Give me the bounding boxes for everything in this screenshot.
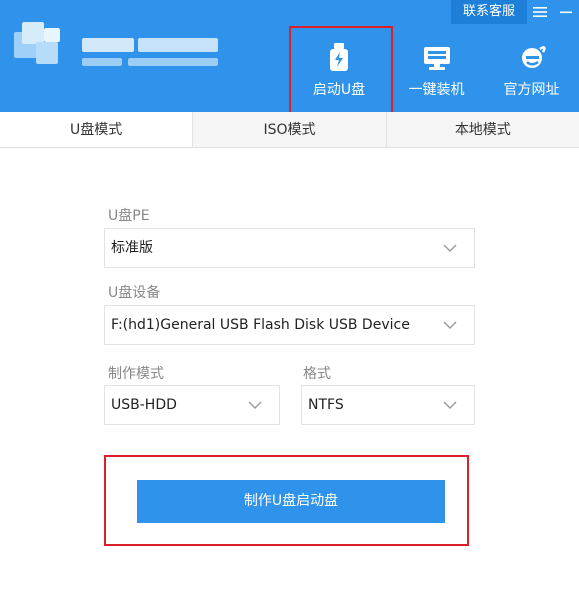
nav-item-one-click-install[interactable]: 一键装机 [389,30,484,110]
tab-usb-mode[interactable]: U盘模式 [0,112,194,147]
pe-select-value: 标准版 [111,240,153,256]
chevron-down-icon [248,401,262,409]
tab-local-mode[interactable]: 本地模式 [387,112,579,147]
device-select-value: F:(hd1)General USB Flash Disk USB Device [111,317,410,333]
app-logo [14,18,229,78]
window-top-bar: 联系客服 [450,0,579,24]
format-select-value: NTFS [308,397,344,413]
nav-item-label: 启动U盘 [312,82,366,98]
mode-select[interactable]: USB-HDD [104,385,280,425]
mode-select-value: USB-HDD [111,397,177,413]
nav-item-label: 官方网址 [503,82,560,98]
browser-e-icon [518,41,546,71]
nav-item-boot-usb[interactable]: 启动U盘 [289,26,393,117]
contact-support-button[interactable]: 联系客服 [450,0,527,24]
nav-item-official-site[interactable]: 官方网址 [484,30,579,110]
header-bar: 联系客服 启动U盘 一键装机 官方网址 [0,0,579,117]
chevron-down-icon [443,244,457,252]
usb-drive-icon [329,41,349,71]
device-select[interactable]: F:(hd1)General USB Flash Disk USB Device [104,305,475,345]
make-boot-usb-button[interactable]: 制作U盘启动盘 [137,480,445,523]
minimize-icon[interactable] [553,0,579,24]
chevron-down-icon [443,401,457,409]
pe-select[interactable]: 标准版 [104,228,475,268]
menu-icon[interactable] [527,0,553,24]
main-nav: 启动U盘 一键装机 官方网址 [289,26,579,117]
device-label: U盘设备 [108,285,161,301]
mode-label: 制作模式 [108,366,164,382]
monitor-icon [423,41,451,71]
format-select[interactable]: NTFS [301,385,475,425]
pe-label: U盘PE [108,208,150,224]
tab-iso-mode[interactable]: ISO模式 [193,112,387,147]
format-label: 格式 [303,366,331,382]
mode-tabs: U盘模式 ISO模式 本地模式 [0,112,579,148]
chevron-down-icon [443,321,457,329]
nav-item-label: 一键装机 [408,82,465,98]
